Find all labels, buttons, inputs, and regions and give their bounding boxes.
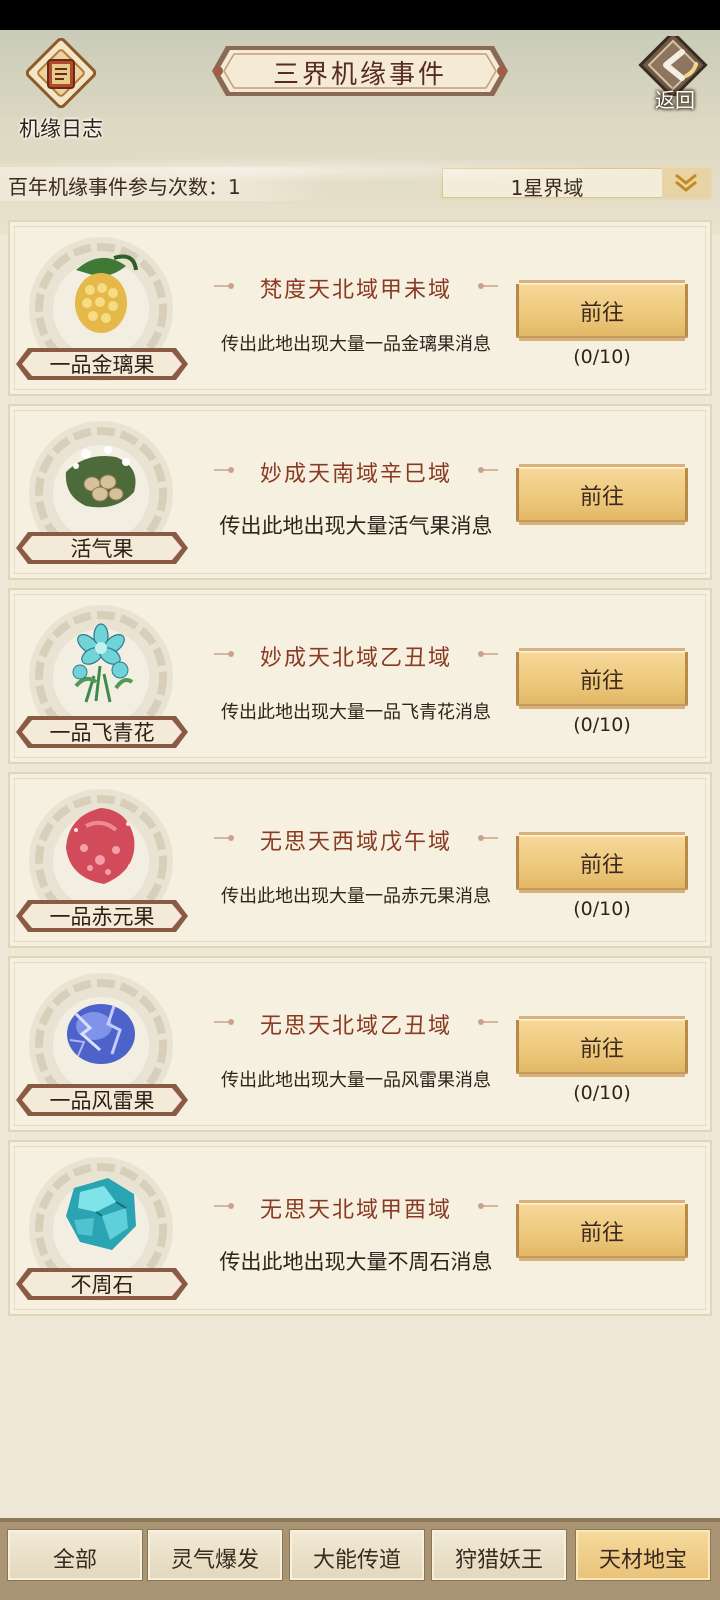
event-location: 无思天北域乙丑域 (259, 1014, 452, 1039)
go-button[interactable]: 前往 (516, 464, 688, 525)
item-name: 一品风雷果 (49, 1089, 155, 1113)
buzhou-stone-icon (66, 1178, 136, 1250)
title-plaque: 三界机缘事件 (212, 40, 508, 102)
tab-treasures[interactable]: 天材地宝 (576, 1530, 710, 1580)
event-message: 传出此地出现大量活气果消息 (219, 514, 493, 538)
back-label: 返回 (655, 88, 695, 112)
event-screen: 机缘日志 三界机缘事件 返回 百年机缘事件参与次数：1 1星界域 一品金璃果 梵… (0, 30, 720, 1600)
event-location: 无思天北域甲酉域 (259, 1198, 452, 1223)
tab-demon-hunt[interactable]: 狩猎妖王 (432, 1530, 566, 1580)
event-progress: (0/10) (573, 714, 631, 736)
event-message: 传出此地出现大量一品金璃果消息 (221, 334, 491, 355)
go-button-label: 前往 (579, 301, 624, 326)
thunder-fruit-icon (67, 1004, 135, 1064)
event-message: 传出此地出现大量一品赤元果消息 (221, 886, 491, 907)
status-bar (0, 0, 720, 30)
event-card: 一品赤元果 无思天西域戊午域 传出此地出现大量一品赤元果消息 前往 (0/10) (8, 772, 712, 948)
event-card: 活气果 妙成天南域辛巳域 传出此地出现大量活气果消息 前往 (8, 404, 712, 580)
event-progress: (0/10) (573, 898, 631, 920)
event-progress: (0/10) (573, 346, 631, 368)
event-message: 传出此地出现大量不周石消息 (219, 1250, 493, 1274)
domain-select[interactable]: 1星界域 (440, 166, 712, 200)
go-button[interactable]: 前往 (516, 832, 688, 893)
go-button[interactable]: 前往 (516, 280, 688, 341)
event-list: 一品金璃果 梵度天北域甲未域 传出此地出现大量一品金璃果消息 前往 (0/10) (8, 220, 712, 1324)
go-button-label: 前往 (579, 669, 624, 694)
go-button-label: 前往 (579, 853, 624, 878)
item-name: 一品金璃果 (49, 353, 155, 377)
opportunity-log-label: 机缘日志 (19, 117, 103, 141)
golden-fruit-icon (75, 254, 138, 333)
go-button-label: 前往 (579, 1221, 624, 1246)
participation-count: 百年机缘事件参与次数：1 (8, 175, 241, 199)
tab-label: 灵气爆发 (170, 1548, 259, 1573)
item-name: 一品赤元果 (49, 905, 155, 929)
event-card: 不周石 无思天北域甲酉域 传出此地出现大量不周石消息 前往 (8, 1140, 712, 1316)
domain-select-value: 1星界域 (510, 176, 584, 200)
event-message: 传出此地出现大量一品风雷果消息 (221, 1070, 491, 1091)
event-card: 一品金璃果 梵度天北域甲未域 传出此地出现大量一品金璃果消息 前往 (0/10) (8, 220, 712, 396)
participation-count-bar: 百年机缘事件参与次数：1 (0, 167, 330, 201)
tab-label: 全部 (52, 1548, 97, 1573)
tab-spirit-burst[interactable]: 灵气爆发 (148, 1530, 282, 1580)
header: 机缘日志 三界机缘事件 返回 百年机缘事件参与次数：1 1星界域 (0, 30, 720, 235)
tab-label: 狩猎妖王 (454, 1548, 543, 1573)
event-location: 梵度天北域甲未域 (259, 278, 452, 303)
event-card: 一品飞青花 妙成天北域乙丑域 传出此地出现大量一品飞青花消息 前往 (0/10) (8, 588, 712, 764)
page-title: 三界机缘事件 (272, 60, 447, 90)
tab-label: 大能传道 (312, 1548, 401, 1573)
event-progress: (0/10) (573, 1082, 631, 1104)
tab-master-lecture[interactable]: 大能传道 (290, 1530, 424, 1580)
vital-fruit-icon (65, 446, 136, 508)
back-button[interactable]: 返回 (636, 30, 714, 116)
cyan-flower-icon (72, 623, 134, 703)
event-location: 妙成天北域乙丑域 (259, 646, 452, 671)
event-location: 妙成天南域辛巳域 (259, 462, 452, 487)
red-fruit-icon (66, 808, 135, 884)
event-card: 一品风雷果 无思天北域乙丑域 传出此地出现大量一品风雷果消息 前往 (0/10) (8, 956, 712, 1132)
tab-all[interactable]: 全部 (8, 1530, 142, 1580)
scroll-log-icon (26, 38, 96, 108)
go-button[interactable]: 前往 (516, 648, 688, 709)
go-button-label: 前往 (579, 485, 624, 510)
item-name: 活气果 (70, 537, 134, 561)
go-button[interactable]: 前往 (516, 1016, 688, 1077)
category-tab-bar: 全部 灵气爆发 大能传道 狩猎妖王 天材地宝 (0, 1518, 720, 1600)
item-name: 一品飞青花 (49, 721, 155, 745)
go-button-label: 前往 (579, 1037, 624, 1062)
go-button[interactable]: 前往 (516, 1200, 688, 1261)
chevron-down-icon (662, 168, 710, 198)
event-location: 无思天西域戊午域 (259, 830, 452, 855)
event-message: 传出此地出现大量一品飞青花消息 (221, 702, 491, 723)
tab-label: 天材地宝 (598, 1548, 687, 1573)
item-name: 不周石 (70, 1273, 134, 1297)
opportunity-log-button[interactable]: 机缘日志 (6, 38, 116, 141)
